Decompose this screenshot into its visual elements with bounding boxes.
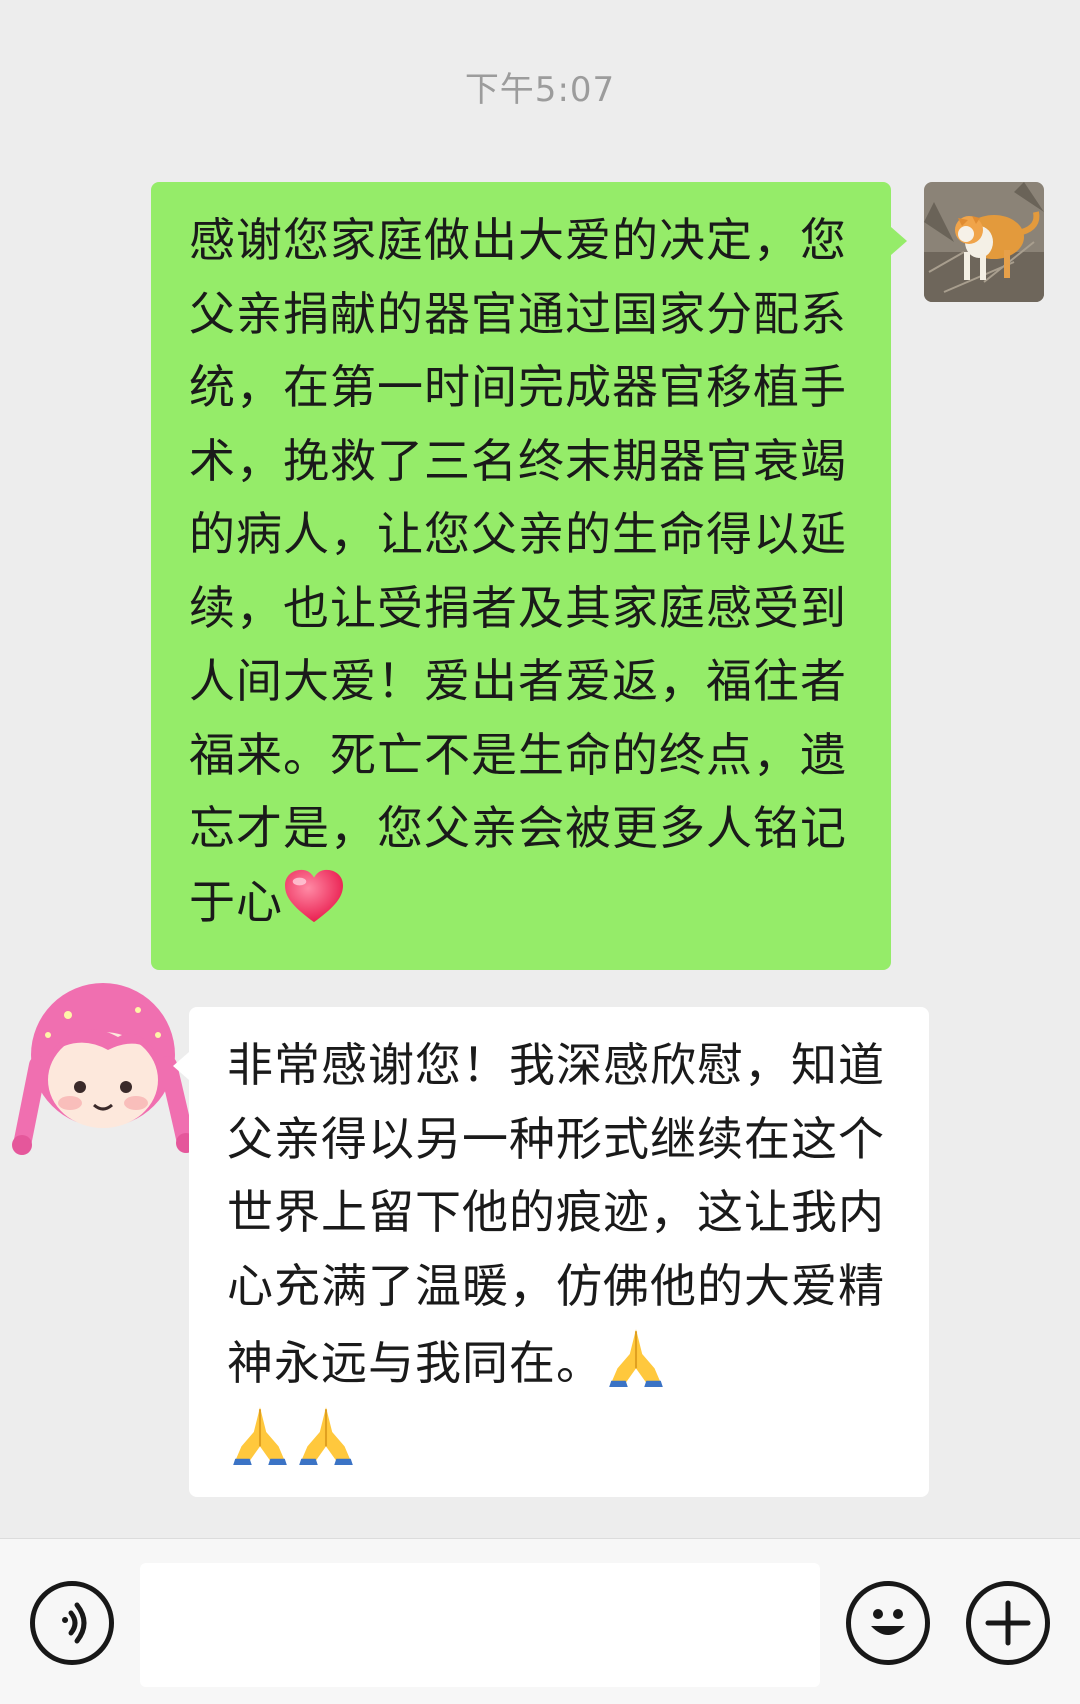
chat-area[interactable]: 下午5:07 感谢您家庭做出大爱的决定，您父亲捐献的器官通过国家分配系统，在第一… bbox=[0, 0, 1080, 1538]
incoming-message-bubble[interactable]: 非常感谢您！我深感欣慰，知道父亲得以另一种形式继续在这个世界上留下他的痕迹，这让… bbox=[173, 1007, 929, 1497]
message-input[interactable] bbox=[140, 1563, 820, 1687]
cat-photo-image bbox=[924, 182, 1044, 302]
red-heart-icon bbox=[285, 869, 343, 922]
folded-hands-icon bbox=[233, 1406, 287, 1465]
chat-input-bar bbox=[0, 1538, 1080, 1704]
emoji-smile-icon[interactable] bbox=[846, 1581, 930, 1665]
pink-hair-girl-avatar[interactable] bbox=[8, 975, 198, 1165]
folded-hands-icon bbox=[609, 1329, 663, 1387]
cat-photo-avatar[interactable] bbox=[924, 182, 1044, 302]
outgoing-message-bubble[interactable]: 感谢您家庭做出大爱的决定，您父亲捐献的器官通过国家分配系统，在第一时间完成器官移… bbox=[151, 182, 907, 970]
outgoing-message-text: 感谢您家庭做出大爱的决定，您父亲捐献的器官通过国家分配系统，在第一时间完成器官移… bbox=[189, 204, 869, 939]
incoming-message-content: 非常感谢您！我深感欣慰，知道父亲得以另一种形式继续在这个世界上留下他的痕迹，这让… bbox=[227, 1038, 885, 1390]
girl-avatar-image bbox=[12, 983, 196, 1155]
outgoing-message-content: 感谢您家庭做出大爱的决定，您父亲捐献的器官通过国家分配系统，在第一时间完成器官移… bbox=[189, 213, 847, 929]
folded-hands-icon bbox=[299, 1406, 353, 1465]
incoming-message-text: 非常感谢您！我深感欣慰，知道父亲得以另一种形式继续在这个世界上留下他的痕迹，这让… bbox=[227, 1029, 907, 1478]
message-timestamp: 下午5:07 bbox=[464, 70, 616, 110]
voice-icon[interactable] bbox=[30, 1581, 114, 1665]
plus-icon[interactable] bbox=[966, 1581, 1050, 1665]
